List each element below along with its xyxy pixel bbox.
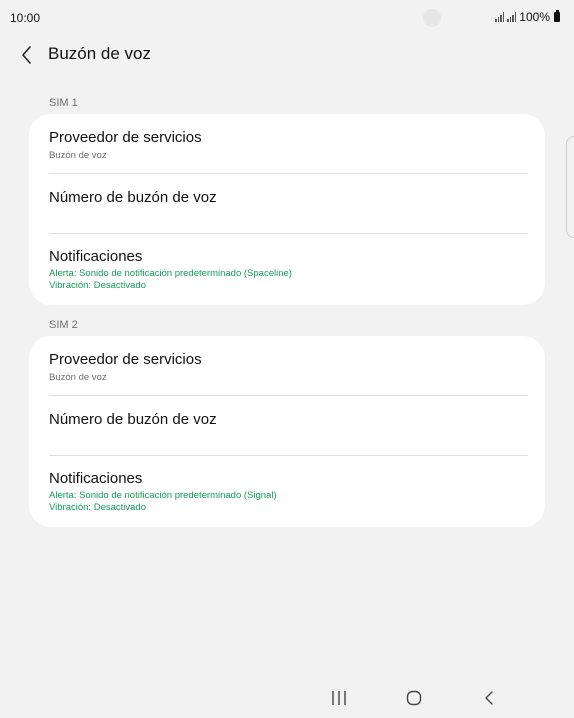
status-icons: 100% [495,10,560,24]
notification-vibration: Vibración: Desactivado [49,280,146,291]
status-bar: 10:00 100% [0,0,574,34]
notifications-item[interactable]: Notificaciones Alerta: Sonido de notific… [29,456,545,527]
section-label-sim1: SIM 1 [49,97,78,109]
notification-alert: Alerta: Sonido de notificación predeterm… [49,490,277,501]
app-bar: Buzón de voz [0,34,574,74]
row-subtitle: Buzón de voz [49,150,107,161]
page-title: Buzón de voz [48,44,152,63]
row-subtitle: Buzón de voz [49,372,107,383]
voicemail-number-item[interactable]: Número de buzón de voz [29,174,545,234]
row-title: Número de buzón de voz [49,411,217,428]
status-time: 10:00 [10,11,41,25]
back-button[interactable] [14,40,42,68]
home-button[interactable] [399,686,429,710]
sim1-card: Proveedor de servicios Buzón de voz Núme… [29,114,545,305]
back-icon [485,691,493,705]
battery-icon [554,10,560,22]
row-title: Proveedor de servicios [49,129,202,146]
row-title: Notificaciones [49,470,143,487]
chevron-left-icon [22,46,31,64]
notification-vibration: Vibración: Desactivado [49,502,146,513]
notification-alert: Alerta: Sonido de notificación predeterm… [49,268,292,279]
service-provider-item[interactable]: Proveedor de servicios Buzón de voz [29,114,545,174]
row-title: Proveedor de servicios [49,351,202,368]
front-camera [423,9,441,27]
service-provider-item[interactable]: Proveedor de servicios Buzón de voz [29,336,545,396]
notifications-item[interactable]: Notificaciones Alerta: Sonido de notific… [29,234,545,305]
nav-back-button[interactable] [474,686,504,710]
edge-panel-handle[interactable] [566,136,574,238]
recents-button[interactable] [324,686,354,710]
voicemail-number-item[interactable]: Número de buzón de voz [29,396,545,456]
sim2-card: Proveedor de servicios Buzón de voz Núme… [29,336,545,527]
battery-percent: 100% [519,10,550,24]
row-title: Número de buzón de voz [49,189,217,206]
signal-icon [507,12,517,22]
signal-icon [495,12,505,22]
recents-icon [332,691,346,705]
navigation-bar [0,680,574,718]
home-icon [406,690,422,706]
section-label-sim2: SIM 2 [49,319,78,331]
row-title: Notificaciones [49,248,143,265]
